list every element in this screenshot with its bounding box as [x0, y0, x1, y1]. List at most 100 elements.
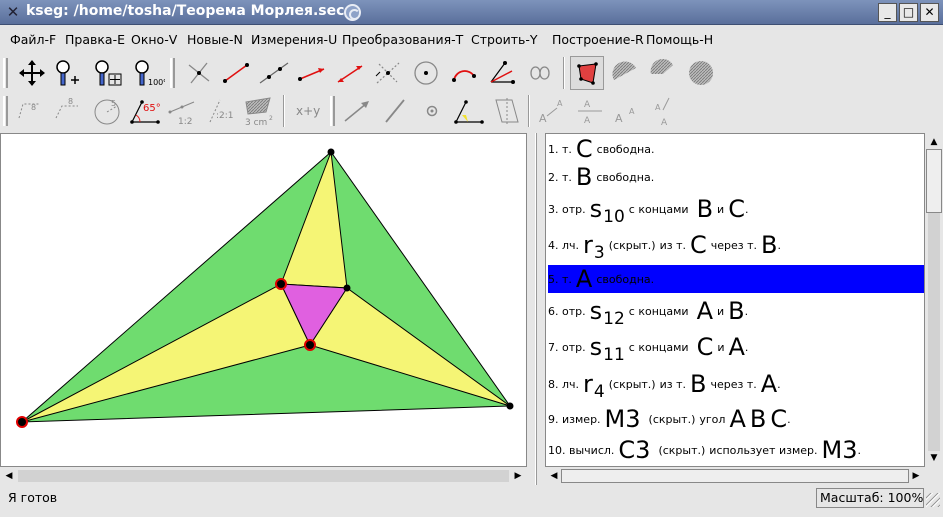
translate-icon[interactable] — [340, 94, 374, 128]
point-center-icon[interactable] — [415, 94, 449, 128]
scroll-down-icon[interactable]: ▼ — [927, 451, 941, 465]
list-item-selected[interactable]: 5. т. A свободна. — [548, 265, 924, 293]
item-end: . — [787, 412, 791, 426]
object-list[interactable]: 1. т. C свободна. 2. т. B свободна. 3. о… — [545, 133, 925, 467]
morley-point-3[interactable] — [304, 339, 316, 351]
title-bar[interactable]: ✕ kseg: /home/tosha/Теорема Морлея.sec _… — [0, 0, 943, 25]
menu-file[interactable]: Файл-F — [10, 32, 56, 47]
circle-interior-icon[interactable] — [608, 56, 642, 90]
ratio-segments-icon[interactable]: :2:1 — [204, 94, 238, 128]
zoom-100-icon[interactable]: 100% — [131, 56, 171, 90]
menu-edit[interactable]: Правка-E — [65, 32, 125, 47]
arc-sector-icon[interactable] — [646, 56, 680, 90]
scroll-left-icon[interactable]: ◀ — [547, 469, 561, 483]
area-label: 3 cm — [245, 118, 267, 128]
item-subscript: 4 — [593, 382, 605, 402]
angle-measure-icon[interactable]: 65° — [128, 94, 162, 128]
label-reflect-icon[interactable]: AA — [573, 94, 607, 128]
scroll-up-icon[interactable]: ▲ — [927, 135, 941, 149]
scroll-thumb[interactable] — [561, 469, 909, 483]
list-item[interactable]: 1. т. C свободна. — [548, 136, 923, 162]
locus-icon[interactable] — [523, 56, 557, 90]
svg-text:100%: 100% — [148, 78, 165, 87]
menu-transform[interactable]: Преобразования-T — [342, 32, 463, 47]
menu-construct[interactable]: Строить-Y — [471, 32, 538, 47]
polygon-fill-icon[interactable] — [570, 56, 604, 90]
toolbar-grip[interactable] — [330, 96, 335, 126]
list-item[interactable]: 3. отр. s 10 с концами B и C. — [548, 192, 923, 227]
radius-icon[interactable]: 5 — [90, 94, 124, 128]
zoom-fit-icon[interactable] — [91, 56, 125, 90]
scroll-right-icon[interactable]: ▶ — [909, 469, 923, 483]
angle-bisector-icon[interactable] — [485, 56, 519, 90]
canvas-hscrollbar[interactable]: ◀ ▶ — [0, 467, 527, 485]
pane-splitter[interactable] — [527, 133, 545, 485]
move-icon[interactable] — [15, 56, 49, 90]
intersection-icon[interactable] — [182, 56, 216, 90]
zoom-plus-icon[interactable] — [51, 56, 85, 90]
point-c[interactable] — [327, 148, 335, 156]
svg-text:A: A — [661, 118, 668, 128]
menu-measure[interactable]: Измерения-U — [251, 32, 337, 47]
label-rotate-icon[interactable]: AA — [649, 94, 683, 128]
maximize-button[interactable]: □ — [899, 3, 918, 22]
list-item[interactable]: 10. вычисл. C3 (скрыт.) использует измер… — [548, 435, 923, 465]
app-menu-icon[interactable]: ✕ — [4, 3, 22, 21]
calculate-icon[interactable]: x+y — [292, 94, 326, 128]
distance-icon[interactable]: 8 — [13, 94, 47, 128]
list-item[interactable]: 7. отр. s 11 с концами C и A. — [548, 330, 923, 365]
ray-icon[interactable] — [295, 56, 329, 90]
status-bar: Я готов Масштаб: 100% — [0, 485, 943, 517]
menu-new[interactable]: Новые-N — [187, 32, 243, 47]
label-dilate-icon[interactable]: AA — [611, 94, 645, 128]
item-ref-2: A — [728, 333, 745, 361]
item-number: 6. — [548, 304, 559, 318]
list-item[interactable]: 2. т. B свободна. — [548, 163, 923, 191]
sketch-canvas[interactable] — [0, 133, 527, 467]
list-hscrollbar[interactable]: ◀ ▶ — [545, 467, 925, 485]
line-icon[interactable] — [257, 56, 291, 90]
list-item[interactable]: 8. лч. r4 (скрыт.) из т. B через т. A. — [548, 367, 923, 402]
item-ref-3: C — [770, 405, 788, 433]
list-item[interactable]: 9. измер. M3 (скрыт.) угол A B C. — [548, 404, 923, 434]
menu-window[interactable]: Окно-V — [131, 32, 177, 47]
dilate-icon[interactable] — [452, 94, 486, 128]
scroll-track — [18, 470, 509, 482]
minimize-button[interactable]: _ — [878, 3, 897, 22]
label-translate-icon[interactable]: AA — [535, 94, 569, 128]
morley-point-2[interactable] — [343, 284, 351, 292]
circle-icon[interactable] — [409, 56, 443, 90]
menu-help[interactable]: Помощь-H — [646, 32, 713, 47]
segment-icon[interactable] — [219, 56, 253, 90]
arc-segment-icon[interactable] — [684, 56, 718, 90]
toolbar-grip[interactable] — [3, 58, 8, 88]
scroll-thumb[interactable] — [926, 149, 942, 213]
point-a[interactable] — [16, 416, 28, 428]
svg-text:A: A — [615, 112, 623, 125]
item-name: r — [583, 231, 593, 259]
toolbar-grip[interactable] — [170, 58, 175, 88]
reflect-icon[interactable] — [490, 94, 524, 128]
morley-point-1[interactable] — [275, 278, 287, 290]
close-button[interactable]: ✕ — [920, 3, 939, 22]
scroll-right-icon[interactable]: ▶ — [511, 469, 525, 483]
length-icon[interactable]: 8 — [50, 94, 84, 128]
list-vscrollbar[interactable]: ▲ ▼ — [925, 133, 943, 467]
point-b[interactable] — [506, 402, 514, 410]
item-conj: и — [717, 304, 725, 318]
rotate-line-icon[interactable] — [378, 94, 412, 128]
item-kind: т. — [562, 272, 572, 286]
midpoint-icon[interactable] — [371, 56, 405, 90]
list-item[interactable]: 6. отр. s 12 с концами A и B. — [548, 294, 923, 329]
arc-icon[interactable] — [447, 56, 481, 90]
toolbar-grip[interactable] — [3, 96, 8, 126]
list-item[interactable]: 4. лч. r3 (скрыт.) из т. C через т. B. — [548, 228, 923, 263]
sticky-spiral-icon[interactable] — [344, 4, 361, 21]
ratio-icon[interactable]: 1:2 — [166, 94, 200, 128]
scroll-left-icon[interactable]: ◀ — [2, 469, 16, 483]
resize-grip-icon[interactable] — [926, 493, 940, 507]
area-icon[interactable]: 3 cm 2 — [242, 94, 276, 128]
menu-construction[interactable]: Построение-R — [552, 32, 644, 47]
item-desc: свободна. — [596, 142, 655, 156]
perpendicular-icon[interactable] — [333, 56, 367, 90]
